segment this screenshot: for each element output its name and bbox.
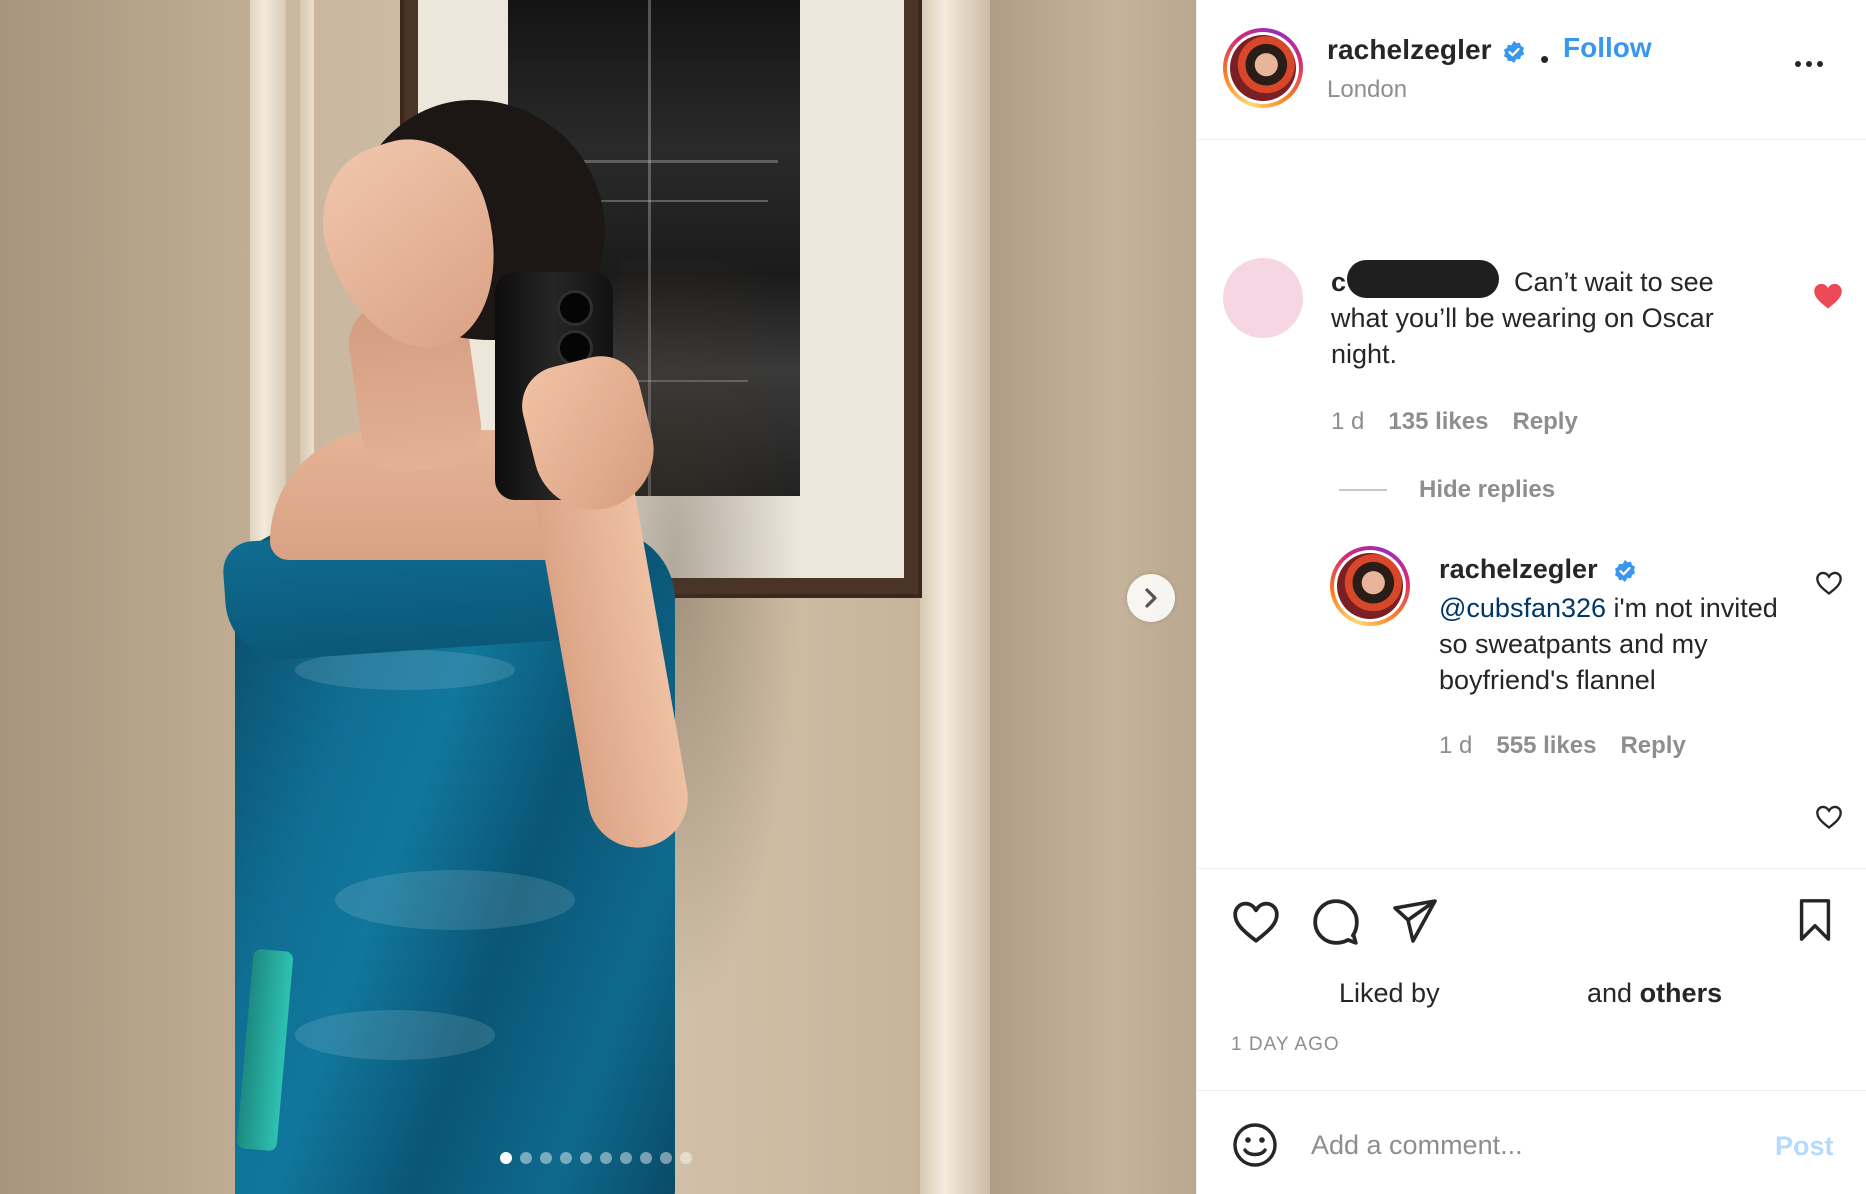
commenter-username[interactable]: c: [1331, 267, 1346, 297]
carousel-dot: [520, 1152, 532, 1164]
liked-heart-icon[interactable]: [1813, 282, 1843, 310]
reply-button[interactable]: Reply: [1512, 408, 1577, 436]
carousel-dot: [540, 1152, 552, 1164]
reply-meta: 1 d 555 likes Reply: [1439, 732, 1686, 760]
add-comment-bar: Post: [1197, 1090, 1866, 1194]
reply-likes[interactable]: 555 likes: [1496, 732, 1596, 760]
reply-time: 1 d: [1439, 732, 1473, 759]
carousel-dot: [580, 1152, 592, 1164]
more-options-button[interactable]: [1795, 54, 1835, 74]
carousel-dot: [680, 1152, 692, 1164]
post-timestamp[interactable]: 1 DAY AGO: [1231, 1034, 1340, 1056]
redacted-username: [1347, 260, 1499, 298]
wall-background: [0, 0, 250, 1194]
carousel-dot: [500, 1152, 512, 1164]
comment-icon[interactable]: [1311, 897, 1361, 947]
verified-badge-icon: [1504, 41, 1524, 63]
post-actions-bar: [1197, 868, 1866, 945]
comment-meta: 1 d 135 likes Reply: [1331, 408, 1578, 436]
verified-badge-icon: [1615, 560, 1635, 582]
carousel-indicator: [500, 1152, 692, 1164]
commenter-avatar[interactable]: [1223, 258, 1303, 338]
location-link[interactable]: London: [1327, 76, 1407, 104]
next-slide-button[interactable]: [1127, 574, 1175, 622]
door-trim: [920, 0, 990, 1194]
more-horizontal-icon: [1795, 61, 1801, 67]
reply-button[interactable]: Reply: [1620, 732, 1685, 760]
comment-time: 1 d: [1331, 408, 1365, 435]
comment-input[interactable]: [1311, 1123, 1751, 1167]
comment-likes[interactable]: 135 likes: [1388, 408, 1488, 436]
bookmark-icon[interactable]: [1795, 897, 1835, 943]
post-image[interactable]: [0, 0, 1196, 1194]
chevron-right-icon: [1145, 588, 1157, 608]
liked-by-label: Liked by: [1339, 978, 1440, 1008]
carousel-dot: [600, 1152, 612, 1164]
post-header: rachelzegler • Follow London: [1197, 0, 1866, 140]
reply-author-username[interactable]: rachelzegler: [1439, 554, 1598, 585]
carousel-dot: [640, 1152, 652, 1164]
reply-author-avatar[interactable]: [1330, 546, 1410, 626]
likes-others[interactable]: and others: [1587, 978, 1722, 1009]
separator-dot: •: [1540, 44, 1550, 74]
post-details-panel: rachelzegler • Follow London c Can’t wait…: [1196, 0, 1866, 1194]
emoji-icon[interactable]: [1231, 1121, 1279, 1169]
mention-link[interactable]: @cubsfan326: [1439, 593, 1606, 623]
carousel-dot: [620, 1152, 632, 1164]
carousel-dot: [660, 1152, 672, 1164]
replies-divider: [1339, 489, 1387, 491]
post-author-username[interactable]: rachelzegler: [1327, 34, 1492, 66]
post-comment-button[interactable]: Post: [1775, 1131, 1834, 1162]
heart-icon[interactable]: [1231, 899, 1281, 945]
like-reply-heart-icon[interactable]: [1815, 570, 1843, 596]
send-icon[interactable]: [1391, 897, 1439, 945]
avatar[interactable]: [1223, 28, 1303, 108]
follow-button[interactable]: Follow: [1563, 32, 1652, 64]
like-comment-heart-icon[interactable]: [1815, 804, 1843, 830]
carousel-dot: [560, 1152, 572, 1164]
hide-replies-button[interactable]: Hide replies: [1419, 476, 1555, 504]
reply-text: @cubsfan326 i'm not invited so sweatpant…: [1439, 590, 1799, 698]
